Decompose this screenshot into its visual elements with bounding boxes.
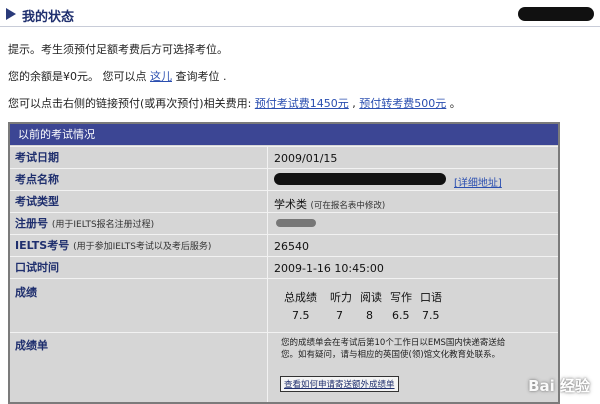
label-speaking-time: 口试时间	[10, 257, 268, 279]
value-exam-date: 2009/01/15	[274, 152, 338, 165]
redacted-username	[518, 7, 594, 21]
redacted-venue	[274, 173, 446, 185]
value-speaking-time: 2009-1-16 10:45:00	[274, 262, 384, 275]
label-venue: 考点名称	[10, 169, 268, 191]
prepay-text: 您可以点击右侧的链接预付(或再次预付)相关费用:	[8, 97, 252, 110]
prepay-line: 您可以点击右侧的链接预付(或再次预付)相关费用: 预付考试费1450元 , 预付…	[8, 95, 461, 111]
exam-type: 学术类	[274, 198, 307, 211]
score-header-reading: 阅读	[360, 291, 382, 304]
ielts-sub: (用于参加IELTS考试以及考后服务)	[73, 242, 212, 252]
balance-suffix: 查询考位 .	[175, 70, 227, 83]
label-exam-date: 考试日期	[10, 147, 268, 169]
tip-text: 提示。考生须预付足额考费后方可选择考位。	[8, 43, 228, 56]
here-link[interactable]: 这儿	[150, 70, 172, 83]
registration-sub: (用于IELTS报名注册过程)	[51, 220, 155, 230]
separator: ,	[352, 97, 356, 110]
period: 。	[449, 97, 461, 110]
balance-text: 您的余额是¥0元。 您可以点	[8, 70, 147, 83]
redacted-registration-number	[276, 219, 316, 227]
score-header-listening: 听力	[330, 291, 352, 304]
score-speaking: 7.5	[422, 309, 440, 322]
score-header-speaking: 口语	[420, 291, 442, 304]
report-note: 您的成绩单会在考试后第10个工作日以EMS国内快递寄送给您。如有疑问，请与相应的…	[281, 338, 506, 360]
row-scores: 成绩 总成绩 听力 阅读 写作 口语 7.5 7 8 6.5 7.5	[10, 278, 558, 333]
row-ielts-number: IELTS考号 (用于参加IELTS考试以及考后服务) 26540	[10, 234, 558, 257]
ielts-label: IELTS考号	[15, 239, 70, 252]
label-scores: 成绩	[10, 279, 268, 333]
label-exam-type: 考试类型	[10, 191, 268, 213]
row-registration-number: 注册号 (用于IELTS报名注册过程)	[10, 212, 558, 235]
balance-line: 您的余额是¥0元。 您可以点 这儿 查询考位 .	[8, 68, 227, 84]
prepay-transfer-fee-link[interactable]: 预付转考费500元	[359, 97, 446, 110]
row-speaking-time: 口试时间 2009-1-16 10:45:00	[10, 256, 558, 279]
score-header-overall: 总成绩	[284, 291, 317, 304]
label-registration-number: 注册号 (用于IELTS报名注册过程)	[10, 213, 268, 235]
page-header: 我的状态	[0, 0, 600, 27]
score-overall: 7.5	[292, 309, 310, 322]
label-ielts-number: IELTS考号 (用于参加IELTS考试以及考后服务)	[10, 235, 268, 257]
registration-label: 注册号	[15, 217, 48, 230]
value-exam-type: 学术类 (可在报名表中修改)	[274, 196, 385, 212]
row-exam-type: 考试类型 学术类 (可在报名表中修改)	[10, 190, 558, 213]
page-title: 我的状态	[22, 10, 75, 25]
venue-address-link[interactable]: [详细地址]	[454, 174, 502, 189]
score-reading: 8	[366, 309, 373, 322]
score-listening: 7	[336, 309, 343, 322]
exam-type-note: (可在报名表中修改)	[310, 201, 386, 211]
watermark: Bai 经验	[528, 377, 590, 395]
prepay-exam-fee-link[interactable]: 预付考试费1450元	[255, 97, 349, 110]
row-exam-date: 考试日期 2009/01/15	[10, 146, 558, 169]
label-report: 成绩单	[10, 333, 268, 402]
previous-exams-panel: 以前的考试情况 考试日期 2009/01/15 考点名称 [详细地址] 考试类型…	[8, 122, 560, 404]
arrow-icon	[6, 8, 16, 20]
row-report: 成绩单 您的成绩单会在考试后第10个工作日以EMS国内快递寄送给您。如有疑问，请…	[10, 332, 558, 402]
panel-title: 以前的考试情况	[10, 124, 558, 145]
value-ielts-number: 26540	[274, 240, 309, 253]
row-venue: 考点名称 [详细地址]	[10, 168, 558, 191]
score-header-writing: 写作	[390, 291, 412, 304]
report-info-button[interactable]: 查看如何申请寄送额外成绩单	[280, 376, 399, 392]
score-writing: 6.5	[392, 309, 410, 322]
